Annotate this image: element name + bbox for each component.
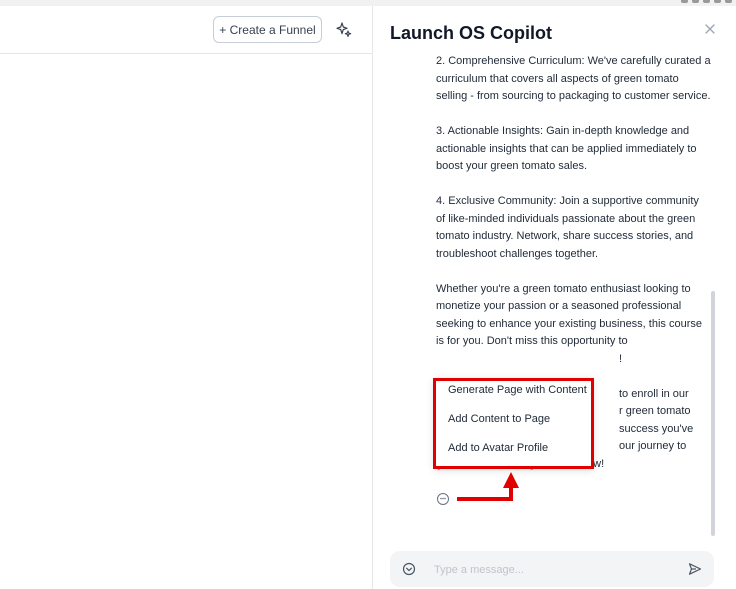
chat-fragment: r green tomato bbox=[619, 405, 691, 417]
message-context-menu: Generate Page with Content Add Content t… bbox=[434, 378, 593, 468]
editor-header: + Create a Funnel bbox=[0, 6, 372, 54]
chat-message: Whether you're a green tomato enthusiast… bbox=[436, 282, 702, 348]
extension-icon[interactable] bbox=[681, 0, 688, 3]
extension-icon[interactable] bbox=[714, 0, 721, 3]
create-funnel-button[interactable]: + Create a Funnel bbox=[213, 16, 322, 43]
message-actions-icon[interactable] bbox=[436, 492, 450, 506]
chat-fragment: ! bbox=[619, 352, 623, 365]
extension-icon[interactable] bbox=[703, 0, 710, 3]
chat-fragment: success you've bbox=[619, 422, 694, 435]
chat-message: 2. Comprehensive Curriculum: We've caref… bbox=[436, 55, 711, 102]
menu-item-generate-page[interactable]: Generate Page with Content bbox=[448, 384, 587, 396]
extension-icon[interactable] bbox=[725, 0, 732, 3]
emoji-icon[interactable] bbox=[402, 562, 416, 576]
send-icon[interactable] bbox=[688, 562, 702, 576]
chat-message: 3. Actionable Insights: Gain in-depth kn… bbox=[436, 125, 697, 172]
message-composer bbox=[390, 551, 714, 587]
chat-fragment: to enroll in our bbox=[619, 387, 689, 400]
copilot-title: Launch OS Copilot bbox=[390, 23, 552, 43]
copilot-sparkle-icon[interactable] bbox=[334, 20, 354, 40]
editor-pane: + Create a Funnel bbox=[0, 6, 372, 589]
chat-message: 4. Exclusive Community: Join a supportiv… bbox=[436, 195, 699, 260]
chat-scrollbar[interactable] bbox=[711, 291, 715, 536]
menu-item-add-avatar[interactable]: Add to Avatar Profile bbox=[448, 442, 548, 454]
copilot-panel: Launch OS Copilot 2. Comprehensive Curri… bbox=[373, 6, 736, 589]
chat-fragment: our journey to bbox=[619, 440, 687, 452]
menu-item-add-content[interactable]: Add Content to Page bbox=[448, 413, 550, 425]
close-icon[interactable] bbox=[703, 22, 717, 36]
chat-line: ! bbox=[436, 351, 711, 369]
extension-icon[interactable] bbox=[692, 0, 699, 3]
message-input[interactable] bbox=[432, 560, 676, 580]
